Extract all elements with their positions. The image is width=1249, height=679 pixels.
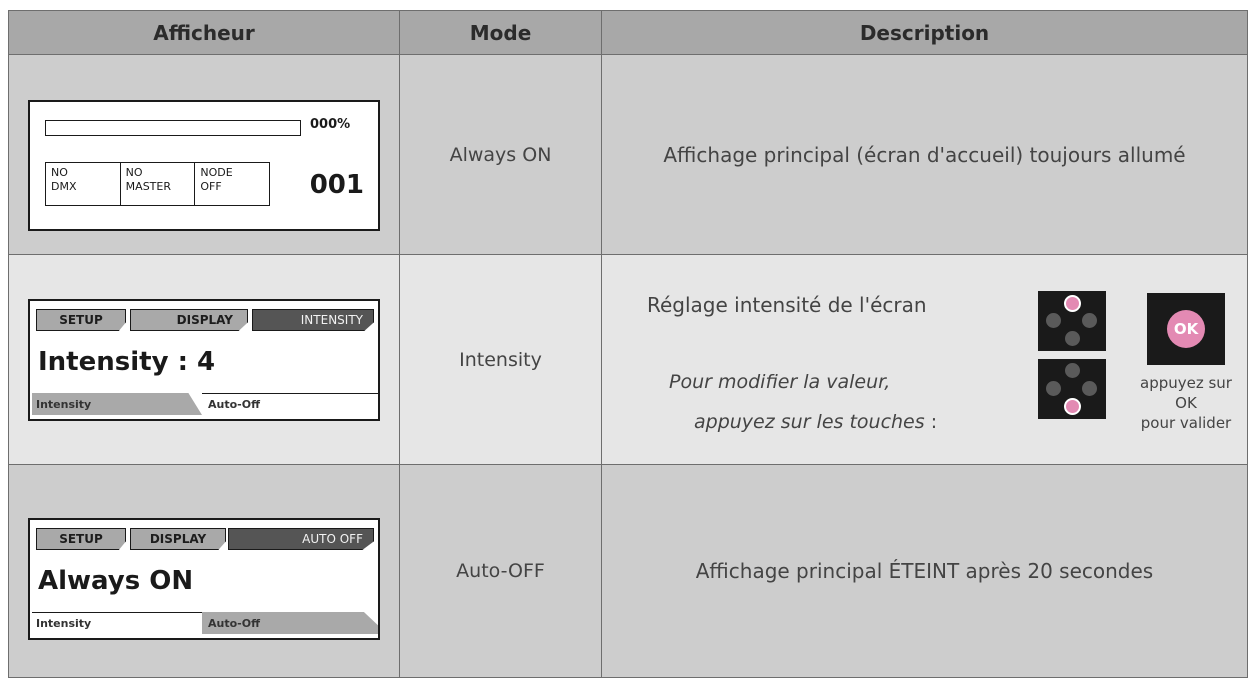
sub-tab-intensity: Intensity bbox=[32, 393, 202, 415]
ok-instruction-line: appuyez sur bbox=[1140, 374, 1232, 392]
ok-instruction-line: OK bbox=[1175, 394, 1197, 412]
percent-label: 000% bbox=[310, 117, 351, 132]
status-box-master: NO MASTER bbox=[121, 163, 196, 205]
row1-display-cell: 000% NO DMX NO MASTER NODE OFF 001 bbox=[8, 54, 400, 255]
tab-display: DISPLAY bbox=[130, 309, 248, 331]
key-right-icon bbox=[1082, 381, 1097, 396]
row3-display-cell: SETUP DISPLAY AUTO OFF Always ON Intensi… bbox=[8, 464, 400, 678]
key-left-icon bbox=[1046, 381, 1061, 396]
lcd-home-screen: 000% NO DMX NO MASTER NODE OFF 001 bbox=[28, 100, 380, 231]
mode-auto-off: Auto-OFF bbox=[399, 464, 602, 678]
ok-button-label: OK bbox=[1167, 310, 1205, 348]
status-box-line: MASTER bbox=[125, 180, 171, 193]
description-intensity-cell: Réglage intensité de l'écran Pour modifi… bbox=[601, 254, 1248, 465]
status-box-node: NODE OFF bbox=[195, 163, 269, 205]
tab-auto-off: AUTO OFF bbox=[228, 528, 374, 550]
row2-display-cell: SETUP DISPLAY INTENSITY Intensity : 4 In… bbox=[8, 254, 400, 465]
auto-off-value: Always ON bbox=[38, 566, 194, 596]
status-box-line: NO bbox=[51, 166, 68, 179]
status-boxes: NO DMX NO MASTER NODE OFF bbox=[45, 162, 270, 206]
instruction-line-2: appuyez sur les touches : bbox=[694, 411, 937, 433]
sub-tab-auto-off: Auto-Off bbox=[202, 612, 378, 634]
key-down-icon bbox=[1065, 331, 1080, 346]
status-box-line: NODE bbox=[200, 166, 233, 179]
status-box-line: OFF bbox=[200, 180, 222, 193]
tab-setup: SETUP bbox=[36, 309, 126, 331]
key-up-icon bbox=[1065, 363, 1080, 378]
tab-setup: SETUP bbox=[36, 528, 126, 550]
ok-instruction: appuyez sur OK pour valider bbox=[1122, 373, 1249, 433]
display-modes-table: Afficheur Mode Description 000% NO DMX N… bbox=[8, 10, 1248, 678]
sub-tab-intensity: Intensity bbox=[32, 612, 202, 634]
address-number: 001 bbox=[309, 170, 364, 200]
lcd-auto-off-screen: SETUP DISPLAY AUTO OFF Always ON Intensi… bbox=[28, 518, 380, 640]
instruction-colon: : bbox=[924, 411, 938, 433]
mode-always-on: Always ON bbox=[399, 54, 602, 255]
key-up-icon bbox=[1064, 295, 1081, 312]
header-afficheur: Afficheur bbox=[8, 10, 400, 55]
intensity-value: Intensity : 4 bbox=[38, 347, 216, 377]
lcd-intensity-screen: SETUP DISPLAY INTENSITY Intensity : 4 In… bbox=[28, 299, 380, 421]
header-mode: Mode bbox=[399, 10, 602, 55]
progress-bar bbox=[45, 120, 301, 136]
status-box-line: DMX bbox=[51, 180, 77, 193]
description-auto-off: Affichage principal ÉTEINT après 20 seco… bbox=[601, 464, 1248, 678]
header-description: Description bbox=[601, 10, 1248, 55]
tab-intensity: INTENSITY bbox=[252, 309, 374, 331]
instruction-line-1: Pour modifier la valeur, bbox=[669, 371, 891, 393]
tab-display: DISPLAY bbox=[130, 528, 226, 550]
description-always-on: Affichage principal (écran d'accueil) to… bbox=[601, 54, 1248, 255]
status-box-dmx: NO DMX bbox=[46, 163, 121, 205]
key-down-icon bbox=[1064, 398, 1081, 415]
ok-instruction-line: pour valider bbox=[1140, 414, 1232, 432]
key-right-icon bbox=[1082, 313, 1097, 328]
sub-tab-auto-off: Auto-Off bbox=[202, 393, 378, 415]
mode-intensity: Intensity bbox=[399, 254, 602, 465]
arrow-keypad-down-icon bbox=[1038, 359, 1106, 419]
description-intensity: Réglage intensité de l'écran bbox=[647, 293, 927, 317]
instruction-text: appuyez sur les touches bbox=[694, 411, 925, 433]
ok-button-icon: OK bbox=[1147, 293, 1225, 365]
key-left-icon bbox=[1046, 313, 1061, 328]
arrow-keypad-up-icon bbox=[1038, 291, 1106, 351]
status-box-line: NO bbox=[125, 166, 143, 179]
